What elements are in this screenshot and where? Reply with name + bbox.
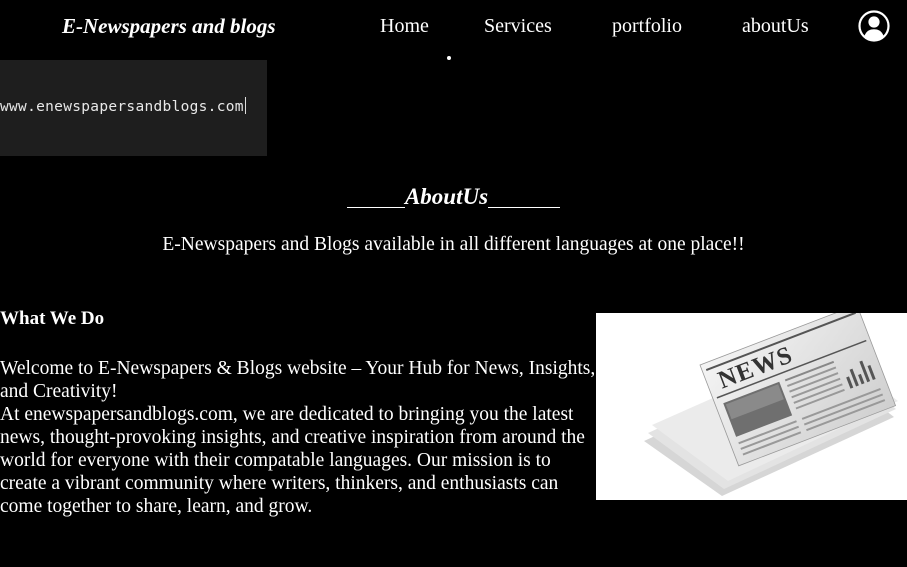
text-caret [244,97,246,114]
what-we-do-title: What We Do [0,308,105,329]
page: E-Newspapers and blogs Home Services por… [0,0,907,567]
url-banner-image: www.enewspapersandblogs.com [0,60,267,156]
mission-paragraph: At enewspapersandblogs.com, we are dedic… [0,404,585,517]
nav-about-link[interactable]: aboutUs [742,15,809,38]
nav-services-link[interactable]: Services [484,15,552,38]
user-circle-icon[interactable] [858,10,890,42]
site-url-text: www.enewspapersandblogs.com [0,99,244,115]
heading-underline-right [488,207,561,208]
newspaper-image: NEWS [596,313,907,500]
nav-portfolio-link[interactable]: portfolio [612,15,682,38]
heading-underline-left [346,207,405,208]
newspaper-illustration: NEWS [644,313,898,496]
nav-indicator-dot [447,56,451,60]
site-brand[interactable]: E-Newspapers and blogs [62,14,276,39]
what-we-do-body: Welcome to E-Newspapers & Blogs website … [0,357,596,518]
welcome-paragraph: Welcome to E-Newspapers & Blogs website … [0,358,596,402]
about-tagline: E-Newspapers and Blogs available in all … [162,234,745,255]
about-heading: AboutUs [0,184,907,210]
nav-home-link[interactable]: Home [380,15,429,38]
url-text-row: www.enewspapersandblogs.com [0,97,246,115]
about-heading-text: AboutUs [404,184,489,209]
